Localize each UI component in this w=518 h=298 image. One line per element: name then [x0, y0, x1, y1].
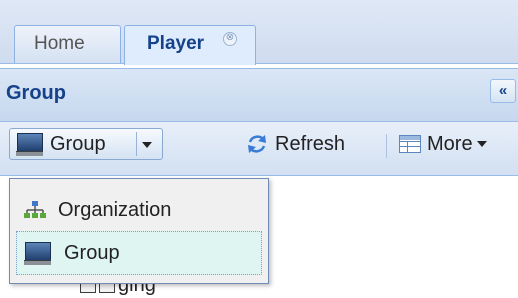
group-button-label: Group — [50, 132, 106, 155]
tab-player-label: Player — [147, 33, 205, 54]
tab-home-label: Home — [34, 33, 85, 54]
table-icon — [399, 135, 421, 153]
menu-item-organization[interactable]: Organization — [16, 188, 262, 232]
monitor-icon — [24, 241, 52, 265]
more-button[interactable]: More — [399, 128, 487, 160]
tab-player[interactable]: Player ⊗ — [124, 25, 256, 65]
refresh-button[interactable]: Refresh — [245, 128, 345, 160]
chevron-down-icon[interactable] — [142, 142, 152, 148]
toolbar: Group Refresh More — [0, 122, 518, 176]
menu-item-organization-label: Organization — [58, 198, 172, 221]
more-label: More — [427, 132, 473, 155]
toolbar-separator — [386, 134, 387, 158]
refresh-icon — [248, 135, 266, 153]
split-divider — [136, 132, 137, 156]
collapse-panel-button[interactable]: « — [490, 79, 516, 103]
menu-item-group[interactable]: Group — [16, 231, 262, 275]
close-tab-icon[interactable]: ⊗ — [223, 32, 237, 46]
org-chart-icon — [24, 201, 46, 218]
group-dropdown-menu: Organization Group — [9, 178, 269, 284]
monitor-icon — [16, 132, 44, 156]
menu-item-group-label: Group — [64, 241, 120, 264]
panel-header: Group « — [0, 68, 518, 122]
group-split-button[interactable]: Group — [9, 128, 163, 160]
refresh-label: Refresh — [275, 132, 346, 155]
more-chevron-down-icon — [476, 141, 487, 147]
tab-home[interactable]: Home — [14, 25, 121, 63]
panel-title: Group — [6, 82, 66, 104]
tab-bar: Home Player ⊗ — [0, 0, 518, 65]
